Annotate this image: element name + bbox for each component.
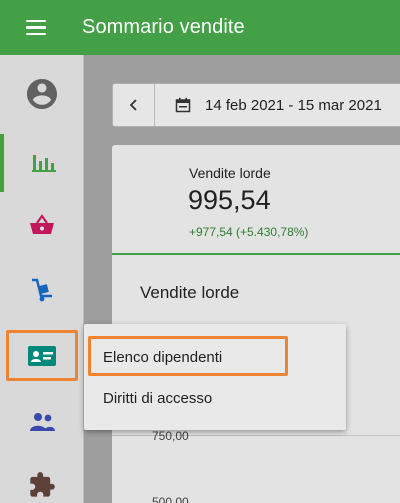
chevron-left-icon <box>129 99 137 111</box>
sidebar-item-profile[interactable] <box>0 65 84 123</box>
sidebar-item-employees[interactable] <box>0 327 84 385</box>
bar-chart-icon <box>32 155 56 172</box>
sidebar-item-people[interactable] <box>0 393 84 451</box>
account-circle-icon <box>27 79 57 109</box>
puzzle-icon <box>30 472 55 497</box>
page-title: Sommario vendite <box>82 16 245 38</box>
people-icon <box>30 413 55 431</box>
previous-period-button[interactable] <box>113 84 155 126</box>
menu-item-access-rights[interactable]: Diritti di accesso <box>84 378 346 418</box>
kpi-value: 995,54 <box>188 185 271 215</box>
y-tick-label: 500,00 <box>152 495 189 503</box>
sidebar <box>0 55 84 503</box>
sidebar-item-sales[interactable] <box>0 134 84 192</box>
sidebar-item-basket[interactable] <box>0 196 84 254</box>
y-tick-label: 750,00 <box>152 429 189 443</box>
shopping-basket-icon <box>30 214 54 234</box>
badge-icon <box>28 346 56 366</box>
date-range-picker[interactable]: 14 feb 2021 - 15 mar 2021 <box>112 83 400 127</box>
kpi-delta: +977,54 (+5.430,78%) <box>189 225 309 239</box>
employees-submenu: Elenco dipendenti Diritti di accesso <box>84 324 346 430</box>
chart-title: Vendite lorde <box>140 283 240 302</box>
menu-item-employee-list[interactable]: Elenco dipendenti <box>84 337 346 377</box>
app-bar: Sommario vendite <box>0 0 400 55</box>
calendar-icon <box>175 97 191 113</box>
sidebar-item-addons[interactable] <box>0 456 84 503</box>
kpi-label: Vendite lorde <box>189 165 271 181</box>
sidebar-item-delivery[interactable] <box>0 261 84 319</box>
kpi-gross-sales[interactable]: Vendite lorde 995,54 +977,54 (+5.430,78%… <box>112 145 400 255</box>
date-range-label: 14 feb 2021 - 15 mar 2021 <box>205 96 382 114</box>
hand-truck-icon <box>32 278 52 302</box>
hamburger-menu-icon[interactable] <box>26 13 56 43</box>
